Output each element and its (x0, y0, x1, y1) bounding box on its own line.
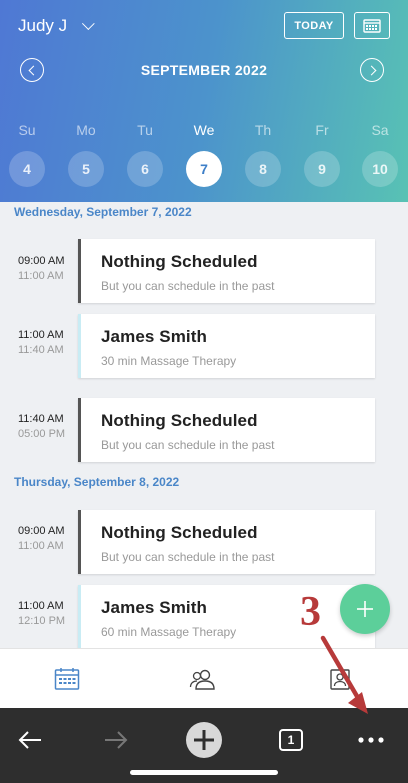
slot-subtitle: But you can schedule in the past (101, 438, 275, 452)
end-time: 12:10 PM (18, 615, 66, 627)
tab-clients[interactable] (188, 665, 218, 693)
chevron-right-icon (366, 65, 376, 75)
day-name: We (193, 122, 215, 138)
contacts-icon (330, 669, 350, 690)
day-name: Fr (315, 122, 329, 138)
date-heading: Wednesday, September 7, 2022 (14, 205, 192, 219)
day-name: Su (18, 122, 36, 138)
slot-title: Nothing Scheduled (101, 252, 258, 271)
more-dots-icon (358, 737, 384, 743)
tab-calendar[interactable] (52, 665, 82, 693)
start-time: 11:40 AM (18, 413, 64, 425)
day-number: 6 (127, 151, 163, 187)
clients-icon (189, 669, 215, 690)
annotation-step-number: 3 (300, 589, 321, 635)
start-time: 11:00 AM (18, 600, 64, 612)
day-number: 5 (68, 151, 104, 187)
home-indicator (130, 770, 278, 775)
day-number: 7 (186, 151, 222, 187)
time-range: 11:00 AM 11:40 AM (18, 328, 64, 358)
slot-title: Nothing Scheduled (101, 411, 258, 430)
slot-title: Nothing Scheduled (101, 523, 258, 542)
day-th[interactable]: Th 8 (243, 122, 283, 187)
back-button[interactable] (14, 718, 46, 762)
day-fr[interactable]: Fr 9 (302, 122, 342, 187)
service-description: 60 min Massage Therapy (101, 625, 237, 639)
start-time: 09:00 AM (18, 255, 65, 267)
day-we-selected[interactable]: We 7 (184, 122, 224, 187)
day-name: Th (254, 122, 272, 138)
add-appointment-button[interactable] (340, 584, 390, 634)
calendar-view-button[interactable] (354, 12, 390, 39)
user-switcher[interactable]: Judy J (18, 16, 95, 36)
schedule-list[interactable]: Wednesday, September 7, 2022 09:00 AM 11… (0, 202, 408, 648)
end-time: 11:40 AM (18, 344, 64, 356)
day-number: 9 (304, 151, 340, 187)
user-name: Judy J (18, 16, 68, 35)
day-number: 8 (245, 151, 281, 187)
calendar-icon (363, 18, 381, 33)
forward-button[interactable] (100, 718, 132, 762)
start-time: 09:00 AM (18, 525, 65, 537)
chevron-down-icon (82, 16, 95, 30)
tab-switcher-button[interactable]: 1 (277, 718, 305, 762)
plus-icon (357, 601, 373, 617)
day-su[interactable]: Su 4 (7, 122, 47, 187)
end-time: 05:00 PM (18, 428, 66, 440)
tab-count-icon: 1 (279, 729, 303, 751)
tab-contacts[interactable] (325, 665, 355, 693)
appointment-card[interactable]: James Smith 30 min Massage Therapy (78, 314, 375, 378)
client-name: James Smith (101, 598, 207, 617)
day-number: 10 (362, 151, 398, 187)
empty-slot-card[interactable]: Nothing Scheduled But you can schedule i… (78, 239, 375, 303)
day-mo[interactable]: Mo 5 (66, 122, 106, 187)
day-tu[interactable]: Tu 6 (125, 122, 165, 187)
appointment-card[interactable]: James Smith 60 min Massage Therapy (78, 585, 375, 648)
start-time: 11:00 AM (18, 329, 64, 341)
empty-slot-card[interactable]: Nothing Scheduled But you can schedule i… (78, 398, 375, 462)
new-tab-plus-icon (186, 722, 222, 758)
empty-slot-card[interactable]: Nothing Scheduled But you can schedule i… (78, 510, 375, 574)
time-range: 11:00 AM 12:10 PM (18, 599, 65, 629)
time-range: 09:00 AM 11:00 AM (18, 254, 64, 284)
day-name: Mo (76, 122, 96, 138)
end-time: 11:00 AM (18, 270, 64, 282)
day-name: Tu (137, 122, 153, 138)
more-menu-button[interactable] (354, 718, 388, 762)
day-name: Sa (371, 122, 389, 138)
slot-subtitle: But you can schedule in the past (101, 550, 275, 564)
service-description: 30 min Massage Therapy (101, 354, 237, 368)
day-number: 4 (9, 151, 45, 187)
week-strip: Su 4 Mo 5 Tu 6 We 7 Th 8 Fr 9 Sa 10 (0, 122, 408, 192)
client-name: James Smith (101, 327, 207, 346)
slot-subtitle: But you can schedule in the past (101, 279, 275, 293)
calendar-header: Judy J TODAY SEPTEMBER 2022 Su 4 Mo 5 Tu… (0, 0, 408, 202)
back-arrow-icon (18, 731, 41, 749)
new-tab-button[interactable] (184, 718, 224, 762)
forward-arrow-icon (105, 731, 128, 749)
today-button[interactable]: TODAY (284, 12, 344, 39)
calendar-icon (54, 668, 80, 690)
date-heading: Thursday, September 8, 2022 (14, 475, 180, 489)
app-tab-bar (0, 648, 408, 708)
time-range: 09:00 AM 11:00 AM (18, 524, 64, 554)
time-range: 11:40 AM 05:00 PM (18, 412, 65, 442)
day-sa[interactable]: Sa 10 (360, 122, 400, 187)
next-month-button[interactable] (360, 58, 384, 82)
month-label: SEPTEMBER 2022 (140, 62, 268, 78)
end-time: 11:00 AM (18, 540, 64, 552)
